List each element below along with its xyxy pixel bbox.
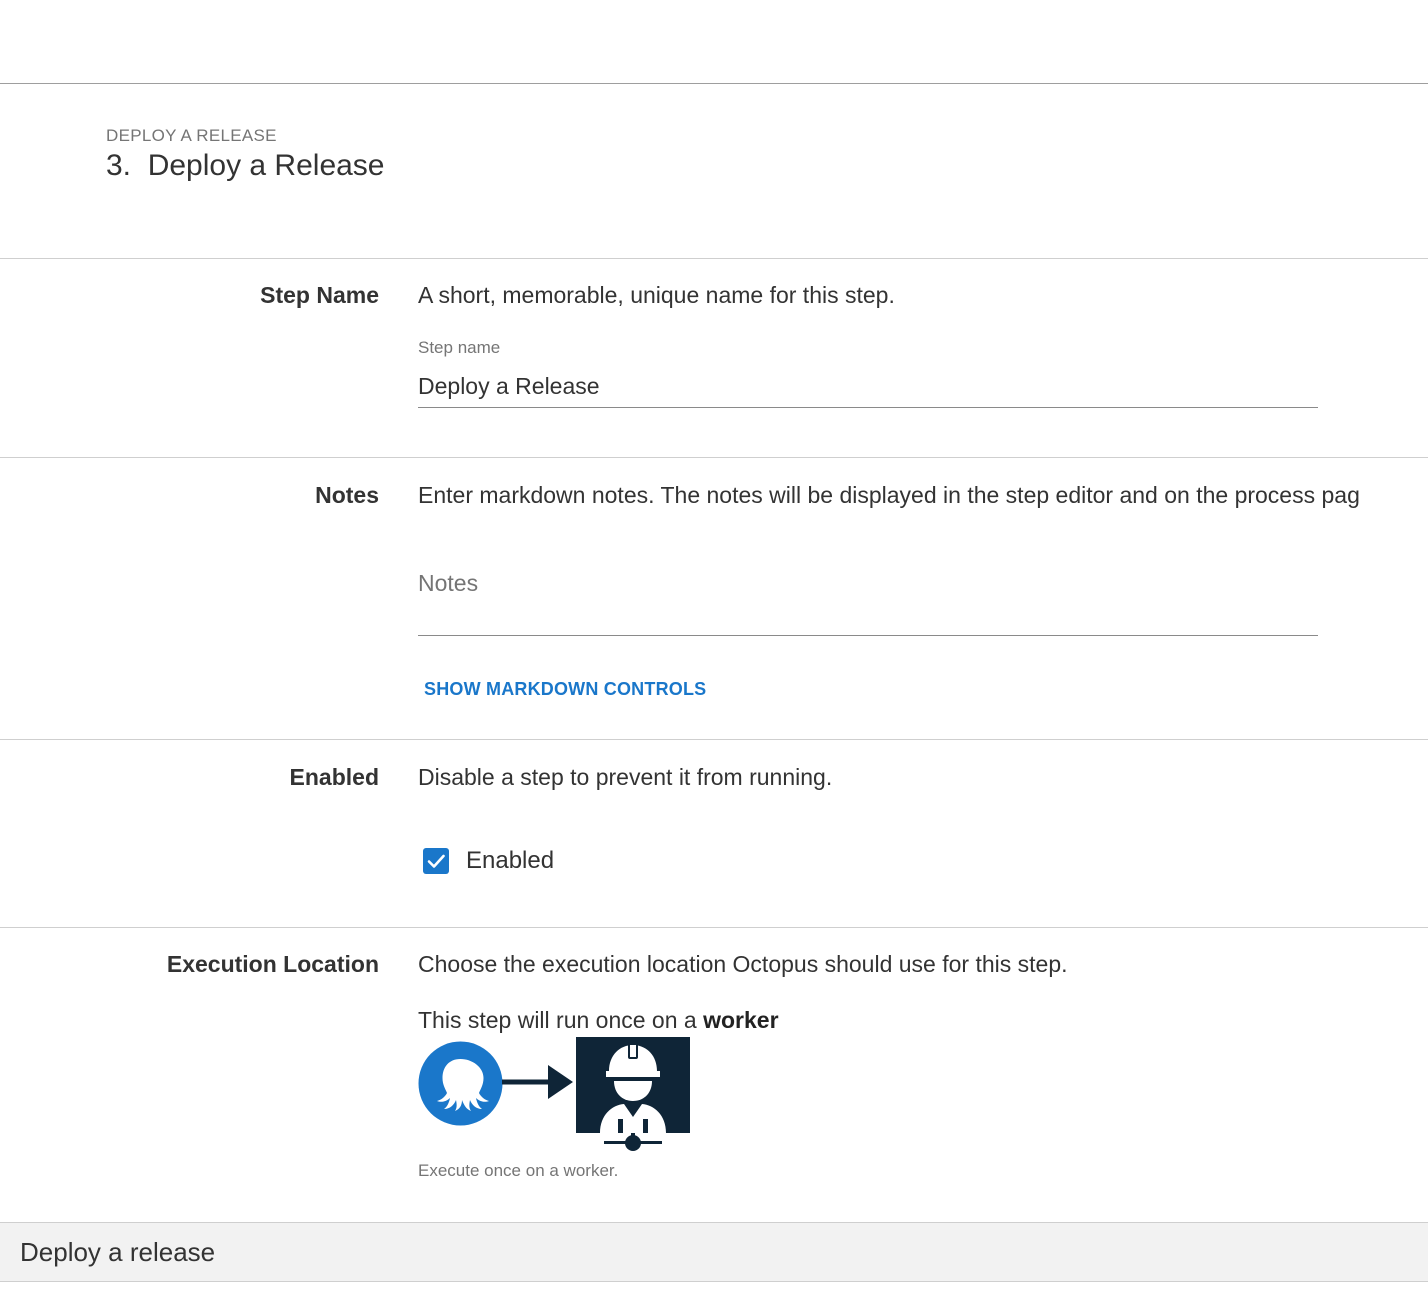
- step-name-label: Step Name: [260, 282, 379, 308]
- execution-location-label: Execution Location: [166, 951, 379, 977]
- step-type-label: DEPLOY A RELEASE: [106, 126, 277, 145]
- octopus-server-icon: [418, 1041, 503, 1131]
- enabled-checkbox[interactable]: [423, 848, 449, 874]
- notes-help: Enter markdown notes. The notes will be …: [418, 482, 1360, 508]
- step-name-help: A short, memorable, unique name for this…: [418, 282, 895, 308]
- execution-location-help: Choose the execution location Octopus sh…: [418, 951, 1068, 977]
- notes-label: Notes: [315, 482, 379, 508]
- step-name-input[interactable]: [418, 371, 1318, 401]
- notes-input[interactable]: [418, 570, 1318, 610]
- page-title: 3. Deploy a Release: [106, 149, 385, 182]
- top-bar: [0, 0, 1428, 84]
- checkmark-icon: [427, 854, 445, 868]
- worker-icon: [576, 1037, 690, 1158]
- enabled-checkbox-label[interactable]: Enabled: [466, 847, 554, 875]
- notes-underline: [418, 635, 1318, 636]
- section-divider: [0, 457, 1428, 458]
- section-divider: [0, 927, 1428, 928]
- execution-run-text-prefix: This step will run once on a: [418, 1007, 697, 1033]
- enabled-label: Enabled: [289, 764, 379, 790]
- section-divider: [0, 258, 1428, 259]
- section-divider: [0, 739, 1428, 740]
- execution-run-text: This step will run once on a worker: [418, 1007, 779, 1034]
- show-markdown-controls-button[interactable]: SHOW MARKDOWN CONTROLS: [424, 679, 706, 700]
- enabled-help: Disable a step to prevent it from runnin…: [418, 764, 833, 790]
- execution-caption: Execute once on a worker.: [418, 1161, 619, 1180]
- deploy-release-section-header: Deploy a release: [0, 1222, 1428, 1282]
- step-editor-page: DEPLOY A RELEASE 3. Deploy a Release Ste…: [0, 0, 1428, 1309]
- step-name-caption: Step name: [418, 338, 501, 357]
- arrow-right-icon: [502, 1063, 574, 1106]
- section-heading: Deploy a release: [20, 1237, 216, 1267]
- execution-run-text-target: worker: [703, 1007, 779, 1033]
- step-name-underline: [418, 407, 1318, 408]
